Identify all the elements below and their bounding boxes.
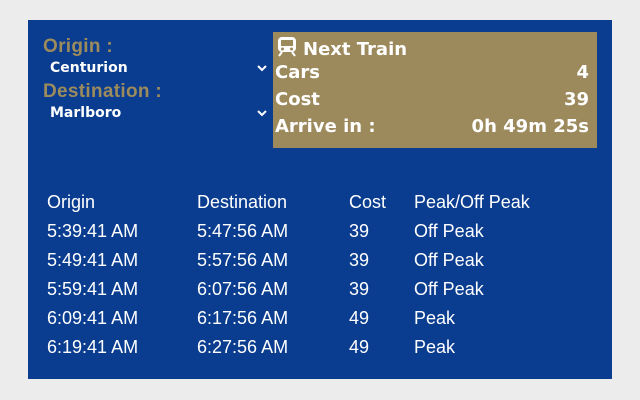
header-cost: Cost <box>349 192 387 212</box>
destination-label: Destination : <box>43 81 162 102</box>
header-origin: Origin <box>47 192 96 212</box>
cars-value: 4 <box>576 62 589 83</box>
cell-destination: 6:07:56 AM <box>197 279 289 299</box>
cost-value: 39 <box>563 89 589 110</box>
cell-destination: 6:27:56 AM <box>197 337 289 357</box>
destination-select-value: Marlboro <box>50 105 122 121</box>
origin-select-value: Centurion <box>50 60 128 76</box>
origin-select[interactable]: Centurion <box>50 59 268 77</box>
next-train-card: Next Train Cars 4 Cost 39 Arrive in : 0h… <box>273 32 597 148</box>
cell-peak: Off Peak <box>414 221 484 241</box>
next-train-title-text: Next Train <box>303 38 408 60</box>
cell-origin: 6:19:41 AM <box>47 337 139 357</box>
destination-select[interactable]: Marlboro <box>50 104 268 122</box>
cell-cost: 39 <box>349 221 370 241</box>
cell-origin: 6:09:41 AM <box>47 308 139 328</box>
schedule-table: Origin Destination Cost Peak/Off Peak 5:… <box>47 188 594 362</box>
cell-cost: 39 <box>349 250 370 270</box>
cars-row: Cars 4 <box>275 62 589 83</box>
header-destination: Destination <box>197 192 288 212</box>
table-row: 5:39:41 AM 5:47:56 AM 39 Off Peak <box>47 217 594 246</box>
cell-destination: 5:57:56 AM <box>197 250 289 270</box>
arrive-label: Arrive in : <box>275 116 376 137</box>
chevron-down-icon <box>256 107 268 119</box>
table-row: 5:49:41 AM 5:57:56 AM 39 Off Peak <box>47 246 594 275</box>
arrive-row: Arrive in : 0h 49m 25s <box>275 116 589 137</box>
next-train-title: Next Train <box>277 36 407 62</box>
table-row: 6:09:41 AM 6:17:56 AM 49 Peak <box>47 304 594 333</box>
cost-row: Cost 39 <box>275 89 589 110</box>
cell-origin: 5:39:41 AM <box>47 221 139 241</box>
origin-label: Origin : <box>43 36 113 57</box>
cell-origin: 5:49:41 AM <box>47 250 139 270</box>
cell-peak: Peak <box>414 337 456 357</box>
cell-peak: Off Peak <box>414 279 484 299</box>
train-schedule-panel: Origin : Centurion Destination : Marlbor… <box>28 20 612 379</box>
cell-peak: Peak <box>414 308 456 328</box>
chevron-down-icon <box>256 62 268 74</box>
table-header-row: Origin Destination Cost Peak/Off Peak <box>47 188 594 217</box>
train-icon <box>277 36 303 62</box>
cost-label: Cost <box>275 89 320 110</box>
cell-cost: 49 <box>349 308 370 328</box>
cars-label: Cars <box>275 62 320 83</box>
table-row: 5:59:41 AM 6:07:56 AM 39 Off Peak <box>47 275 594 304</box>
table-row: 6:19:41 AM 6:27:56 AM 49 Peak <box>47 333 594 362</box>
cell-destination: 5:47:56 AM <box>197 221 289 241</box>
cell-cost: 49 <box>349 337 370 357</box>
header-peak: Peak/Off Peak <box>414 192 530 212</box>
cell-destination: 6:17:56 AM <box>197 308 289 328</box>
cell-origin: 5:59:41 AM <box>47 279 139 299</box>
cell-cost: 39 <box>349 279 370 299</box>
arrive-value: 0h 49m 25s <box>471 116 589 137</box>
cell-peak: Off Peak <box>414 250 484 270</box>
